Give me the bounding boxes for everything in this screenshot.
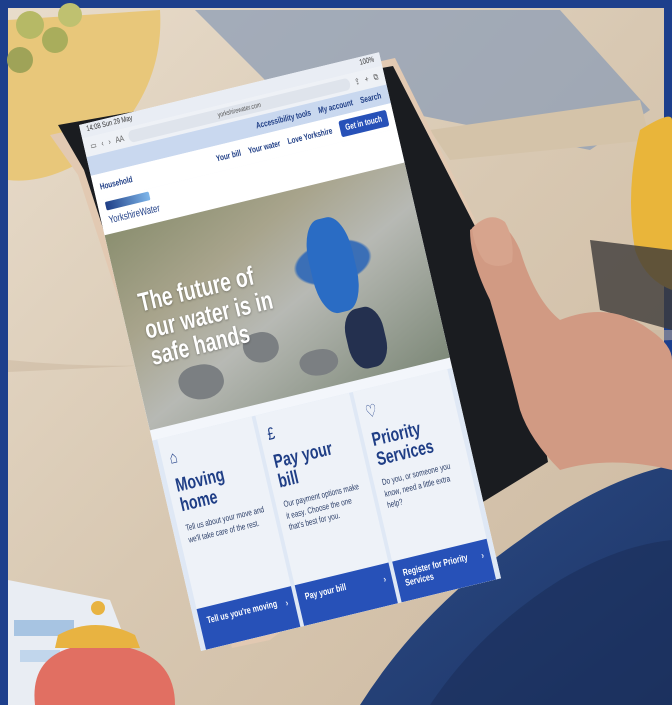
nav-spacer [140, 161, 209, 178]
nav-your-water[interactable]: Your water [247, 139, 281, 156]
sidebar-icon[interactable]: ▭ [89, 140, 97, 151]
back-icon[interactable]: ‹ [100, 139, 104, 149]
chevron-right-icon: › [480, 550, 486, 562]
chevron-right-icon: › [382, 574, 388, 585]
nav-your-bill[interactable]: Your bill [215, 148, 242, 163]
card-text: Do you, or someone you know, need a litt… [381, 461, 452, 511]
share-icon[interactable]: ⇪ [354, 76, 361, 87]
cta-label: Pay your bill [303, 582, 348, 603]
new-tab-icon[interactable]: + [364, 74, 370, 84]
chevron-right-icon: › [284, 597, 290, 609]
text-size-button[interactable]: AA [115, 134, 126, 145]
hero-person [299, 213, 366, 318]
tabs-icon[interactable]: ⧉ [373, 72, 380, 82]
cta-label: Tell us you're moving [206, 598, 279, 626]
cta-label: Register for Priority Services [401, 552, 469, 589]
nav-love-yorkshire[interactable]: Love Yorkshire [287, 126, 334, 146]
hero-person [340, 303, 392, 372]
search-link[interactable]: Search [359, 91, 382, 105]
household-dropdown[interactable]: Household [99, 175, 133, 192]
hero-rock [297, 345, 341, 380]
photo-scene: 14:08 Sun 29 May 100% ▭ ‹ › AA yorkshire… [0, 0, 672, 705]
hero-rock [175, 359, 228, 405]
card-text: Our payment options make it easy. Choose… [282, 482, 360, 533]
forward-icon[interactable]: › [107, 137, 111, 147]
